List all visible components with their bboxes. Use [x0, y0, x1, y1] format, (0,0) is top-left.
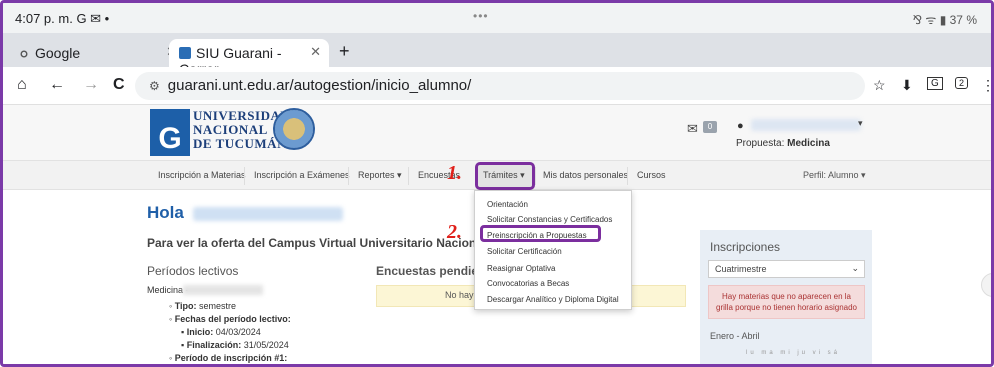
- url-text: guarani.unt.edu.ar/autogestion/inicio_al…: [167, 77, 472, 94]
- weekday-header: lu ma mi ju vi sá: [746, 350, 841, 356]
- inicio-row: ▪ Inicio: 04/03/2024: [181, 327, 261, 337]
- site-settings-icon[interactable]: ⚙: [149, 79, 160, 93]
- tab-count-icon[interactable]: 2: [955, 77, 969, 89]
- main-menu: Inscripción a Materias Inscripción a Exá…: [3, 160, 991, 190]
- new-tab-icon[interactable]: +: [339, 41, 350, 62]
- menu-divider: [627, 167, 628, 185]
- url-field[interactable]: ⚙ guarani.unt.edu.ar/autogestion/inicio_a…: [135, 72, 865, 100]
- mail-count-badge: 0: [703, 121, 717, 133]
- siu-favicon-icon: [179, 47, 191, 59]
- tab-google[interactable]: Google ✕: [9, 39, 177, 67]
- periodo-inscripcion-row: ◦ Período de inscripción #1:: [169, 353, 288, 363]
- campus-virtual-notice: Para ver la oferta del Campus Virtual Un…: [147, 236, 520, 250]
- annotation-step-2: 2.: [447, 221, 462, 243]
- month-range: Enero - Abril: [710, 331, 760, 341]
- status-dots: •••: [473, 9, 489, 23]
- finalizacion-row: ▪ Finalización: 31/05/2024: [181, 340, 289, 350]
- tab-strip: Google ✕ SIU Guarani - Carrer ✕ +: [3, 33, 991, 77]
- menu-inscripcion-examenes[interactable]: Inscripción a Exámenes: [254, 170, 350, 180]
- side-panel-handle[interactable]: [981, 273, 991, 297]
- dropdown-item-orientacion[interactable]: Orientación: [487, 200, 528, 209]
- reload-icon[interactable]: C: [113, 76, 125, 94]
- tipo-row: ◦ Tipo: semestre: [169, 301, 237, 311]
- dropdown-item-becas[interactable]: Convocatorias a Becas: [487, 279, 569, 288]
- google-favicon-icon: [20, 50, 28, 58]
- status-bar: 4:07 p. m. G ✉ • ••• ⅋ ᯤ ▮ 37 %: [3, 3, 991, 33]
- dropdown-item-certificacion[interactable]: Solicitar Certificación: [487, 247, 562, 256]
- mail-icon[interactable]: ✉: [687, 121, 698, 137]
- download-icon[interactable]: ⬇: [901, 77, 913, 94]
- propuesta-label: Propuesta: Medicina: [736, 138, 830, 149]
- menu-divider: [408, 167, 409, 185]
- forward-icon[interactable]: →: [83, 76, 99, 94]
- status-icons: ⅋ ᯤ ▮ 37 %: [912, 13, 977, 27]
- inscripciones-title: Inscripciones: [710, 240, 781, 254]
- encuestas-heading: Encuestas pendient: [376, 264, 490, 278]
- periodo-name-blurred: [183, 285, 263, 295]
- status-time: 4:07 p. m. G ✉ •: [15, 11, 110, 26]
- menu-divider: [535, 167, 536, 185]
- greeting-title: Hola: [147, 203, 184, 222]
- user-menu-caret-icon[interactable]: ▾: [858, 118, 863, 129]
- back-icon[interactable]: ←: [49, 76, 65, 94]
- menu-mis-datos[interactable]: Mis datos personales: [543, 170, 628, 180]
- dropdown-item-optativa[interactable]: Reasignar Optativa: [487, 264, 555, 273]
- user-fullname-blurred: [193, 207, 343, 221]
- page-content: G UNIVERSIDAD NACIONAL DE TUCUMÁN ✉ 0 ● ▾ …: [3, 105, 991, 364]
- bookmark-star-icon[interactable]: ☆: [873, 77, 886, 94]
- tab-siu-guarani[interactable]: SIU Guarani - Carrer ✕: [169, 39, 329, 77]
- periodos-heading: Períodos lectivos: [147, 264, 239, 278]
- translate-icon[interactable]: G: [927, 77, 943, 90]
- fechas-row: ◦ Fechas del período lectivo:: [169, 314, 291, 324]
- tramites-dropdown: Orientación Solicitar Constancias y Cert…: [474, 190, 632, 310]
- menu-reportes[interactable]: Reportes ▾: [358, 170, 402, 181]
- menu-tramites[interactable]: Trámites ▾: [483, 170, 525, 181]
- address-bar: ⌂ ← → C ⚙ guarani.unt.edu.ar/autogestion/…: [3, 67, 991, 105]
- dropdown-item-constancias[interactable]: Solicitar Constancias y Certificados: [487, 215, 612, 224]
- menu-divider: [244, 167, 245, 185]
- browser-window: 4:07 p. m. G ✉ • ••• ⅋ ᯤ ▮ 37 % Google ✕…: [0, 0, 994, 367]
- menu-divider: [348, 167, 349, 185]
- site-header: G UNIVERSIDAD NACIONAL DE TUCUMÁN ✉ 0 ● ▾ …: [3, 105, 991, 160]
- chevron-down-icon: ⌄: [851, 263, 859, 273]
- inscripciones-panel: Inscripciones Cuatrimestre ⌄ Hay materias…: [700, 230, 872, 364]
- menu-cursos[interactable]: Cursos: [637, 170, 666, 180]
- unt-logo-icon[interactable]: G: [150, 109, 190, 156]
- annotation-step-1: 1.: [447, 162, 462, 184]
- close-tab-icon[interactable]: ✕: [310, 44, 321, 60]
- home-icon[interactable]: ⌂: [17, 76, 27, 94]
- horario-alert: Hay materias que no aparecen en la grill…: [708, 285, 865, 319]
- dropdown-item-preinscripcion[interactable]: Preinscripción a Propuestas: [487, 231, 587, 240]
- periodo-select[interactable]: Cuatrimestre ⌄: [708, 260, 865, 278]
- user-name-blurred[interactable]: [751, 119, 861, 131]
- user-icon: ●: [737, 120, 744, 132]
- perfil-selector[interactable]: Perfil: Alumno ▾: [803, 170, 866, 181]
- dropdown-item-analitico[interactable]: Descargar Analítico y Diploma Digital: [487, 295, 619, 304]
- tab-label: Google: [35, 45, 81, 61]
- menu-icon[interactable]: ⋮: [981, 77, 991, 94]
- menu-inscripcion-materias[interactable]: Inscripción a Materias: [158, 170, 246, 180]
- university-seal-icon: [273, 108, 315, 150]
